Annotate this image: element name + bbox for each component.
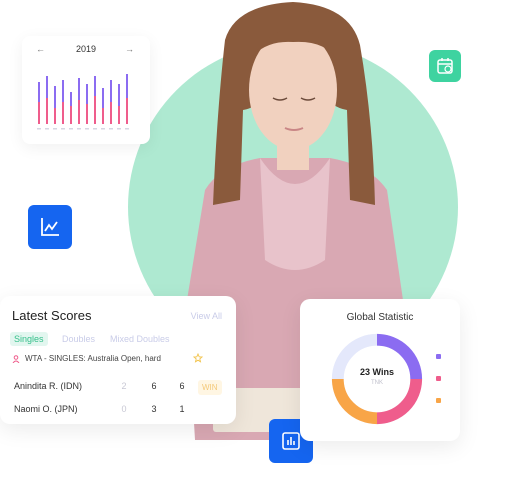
bar-group-6 [78,78,80,124]
line-chart-icon [41,218,59,236]
set-score: 6 [179,381,185,391]
mini-x-ticks [37,128,129,130]
legend-dot-orange [436,398,441,403]
wins-sub: TNK [371,380,383,386]
set-score: 3 [151,404,157,414]
latest-scores-title: Latest Scores [12,308,92,323]
global-statistic-card: Global Statistic 23 Wins TNK [300,299,460,441]
bar-group-12 [126,74,128,124]
bar-group-1 [38,82,40,124]
donut-center: 23 Wins TNK [328,367,426,386]
bar-group-10 [110,80,112,124]
win-badge: WIN [198,380,222,395]
set-score: 2 [121,381,127,391]
person-icon [12,354,20,363]
mini-bar-chart [37,74,129,130]
table-row: Naomi O. (JPN) 0 3 1 [14,404,224,418]
yearly-bar-card: ← 2019 → [22,36,150,144]
player-name: Naomi O. (JPN) [14,404,78,414]
bar-chart-icon [282,432,300,450]
table-row: Anindita R. (IDN) 2 6 6 [14,381,224,395]
tab-singles[interactable]: Singles [10,332,48,346]
bar-group-3 [54,86,56,124]
star-icon[interactable] [193,353,203,363]
event-label: WTA - SINGLES: Australia Open, hard [25,354,161,363]
bar-group-9 [102,88,104,124]
bar-group-2 [46,76,48,124]
bar-group-5 [70,92,72,124]
bar-group-4 [62,80,64,124]
view-all-link[interactable]: View All [191,311,222,321]
tab-mixed-doubles[interactable]: Mixed Doubles [106,332,174,346]
arrow-right-icon[interactable]: → [125,44,134,54]
calendar-badge[interactable] [429,50,461,82]
bar-group-11 [118,84,120,124]
player-name: Anindita R. (IDN) [14,381,83,391]
line-chart-badge[interactable] [28,205,72,249]
calendar-icon [437,58,453,74]
event-row: WTA - SINGLES: Australia Open, hard [12,354,161,363]
global-statistic-title: Global Statistic [346,312,414,323]
bar-group-7 [86,84,88,124]
legend-dot-pink [436,376,441,381]
tab-doubles[interactable]: Doubles [58,332,99,346]
wins-value: 23 Wins [360,367,394,377]
latest-scores-card: Latest Scores View All Singles Doubles M… [0,296,236,424]
set-score: 1 [179,404,185,414]
legend-dot-purple [436,354,441,359]
bar-group-8 [94,76,96,124]
set-score: 6 [151,381,157,391]
set-score: 0 [121,404,127,414]
